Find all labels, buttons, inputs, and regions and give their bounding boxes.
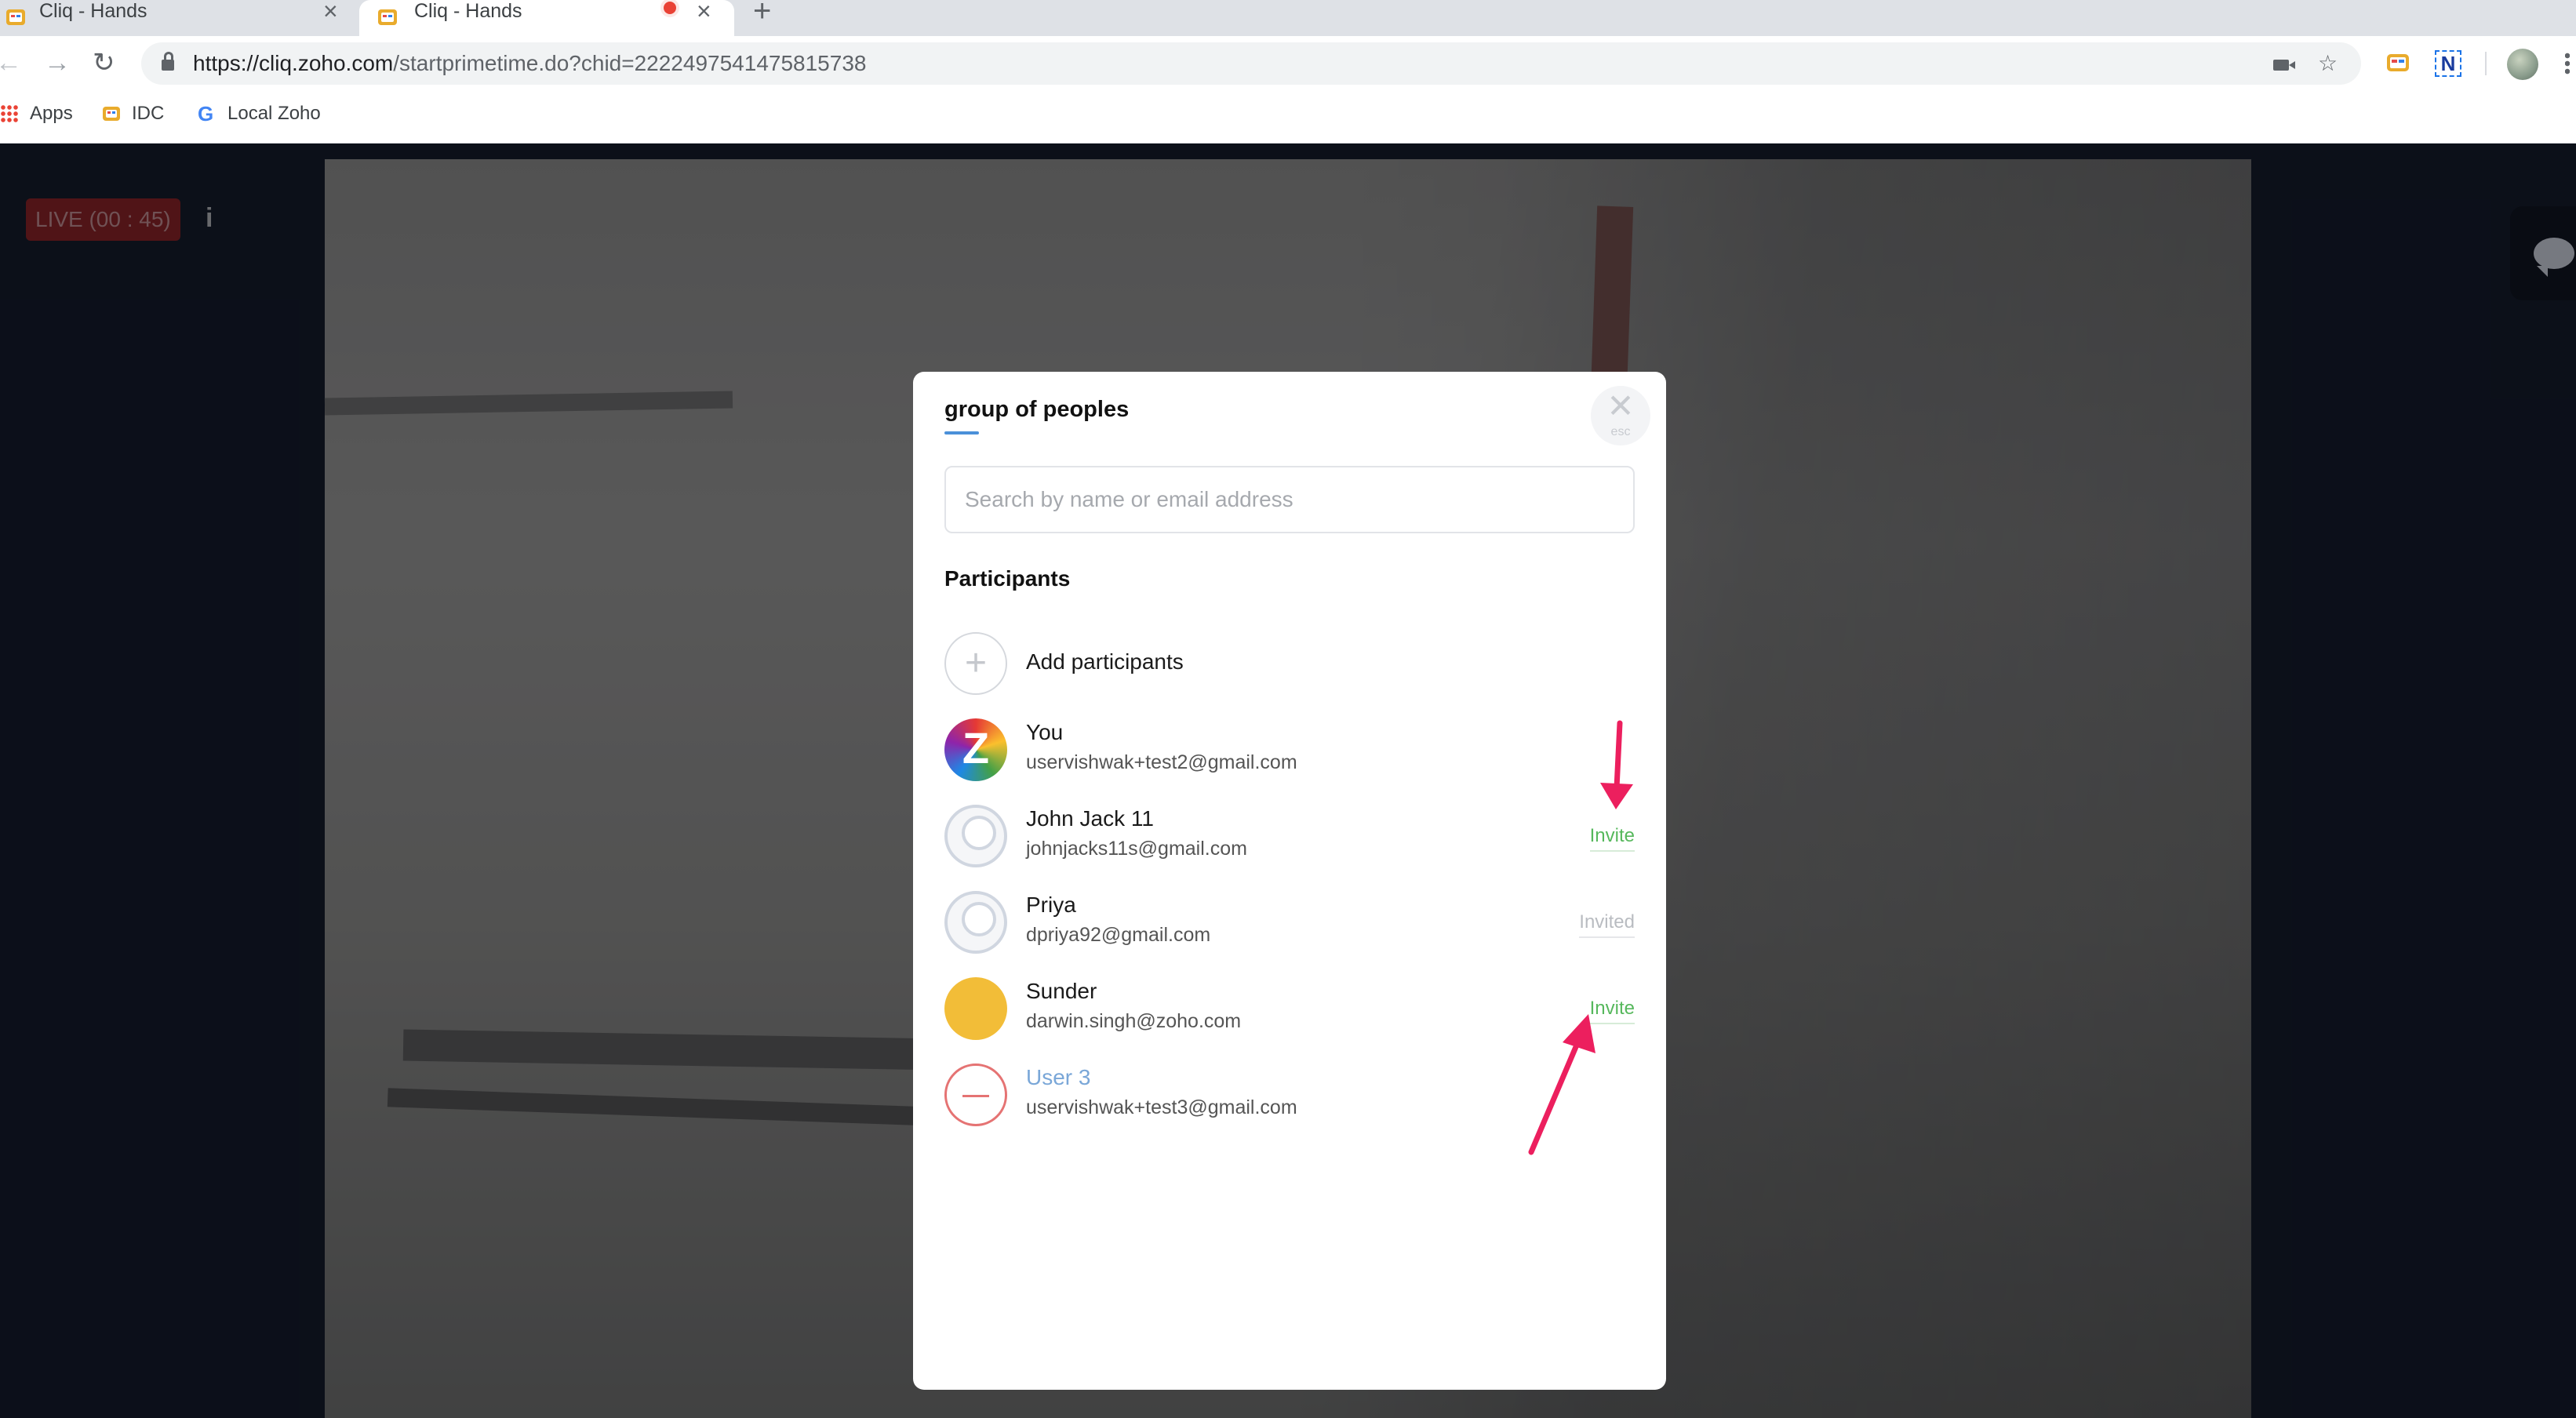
bookmark-label: Local Zoho — [227, 103, 321, 124]
tab-title: Cliq - Hands — [39, 0, 147, 22]
cliq-icon — [103, 107, 120, 121]
blocked-icon — [962, 1095, 989, 1097]
camera-icon[interactable] — [2273, 60, 2295, 71]
forward-arrow-icon[interactable]: → — [44, 47, 71, 78]
participants-heading: Participants — [944, 566, 1071, 591]
annotation-arrow-up — [1528, 1014, 1595, 1155]
participant-name: You — [1026, 720, 1064, 744]
back-arrow-icon[interactable]: ← — [0, 47, 22, 78]
browser-tab-2[interactable]: Cliq - Hands × — [359, 0, 734, 36]
participants-modal: group of peoples ✕ esc Participants + Ad… — [913, 372, 1666, 1390]
participant-name[interactable]: User 3 — [1026, 1065, 1090, 1090]
participant-email: johnjacks11s@gmail.com — [1026, 838, 1247, 860]
url-host: https://cliq.zoho.com — [193, 51, 394, 75]
address-bar[interactable]: https://cliq.zoho.com/startprimetime.do?… — [141, 42, 2361, 85]
close-tab-icon[interactable]: × — [323, 0, 338, 27]
annotation-arrow-down — [1600, 720, 1633, 809]
participant-name: Priya — [1026, 893, 1076, 917]
esc-label: esc — [1610, 425, 1631, 438]
title-underline — [944, 431, 979, 434]
more-menu-icon[interactable] — [2565, 52, 2570, 75]
avatar — [944, 805, 1007, 867]
new-tab-plus-icon[interactable]: + — [753, 0, 771, 27]
recording-indicator-icon — [664, 2, 676, 14]
bookmark-star-icon[interactable]: ☆ — [2318, 52, 2338, 75]
participant-email: uservishwak+test3@gmail.com — [1026, 1096, 1297, 1118]
participant-email: darwin.singh@zoho.com — [1026, 1010, 1242, 1032]
cliq-favicon-icon — [6, 9, 25, 25]
bookmark-idc[interactable]: IDC — [102, 102, 164, 125]
modal-title: group of peoples — [944, 397, 1130, 422]
profile-avatar[interactable] — [2507, 49, 2538, 80]
n-extension-icon[interactable]: N — [2435, 50, 2461, 77]
bookmark-label: IDC — [132, 103, 165, 124]
add-participants-button[interactable]: + Add participants — [944, 623, 1635, 704]
participant-name: John Jack 11 — [1026, 806, 1154, 831]
search-input[interactable] — [944, 466, 1635, 533]
participant-email: uservishwak+test2@gmail.com — [1026, 751, 1297, 773]
browser-toolbar: ← → ↻ https://cliq.zoho.com/startprimeti… — [0, 36, 2576, 91]
toolbar-divider — [2485, 52, 2487, 75]
close-icon: ✕ — [1606, 387, 1635, 424]
plus-icon: + — [964, 642, 988, 684]
bookmark-label: Apps — [30, 103, 73, 124]
cliq-extension-icon[interactable] — [2385, 50, 2411, 77]
reload-icon[interactable]: ↻ — [93, 47, 115, 78]
tab-strip: Cliq - Hands × Cliq - Hands × + — [0, 0, 2576, 36]
avatar — [944, 977, 1007, 1040]
apps-grid-icon — [0, 104, 19, 123]
lock-icon — [162, 52, 174, 71]
invited-status: Invited — [1579, 911, 1635, 938]
participant-name: Sunder — [1026, 979, 1097, 1003]
participant-row: John Jack 11 johnjacks11s@gmail.com Invi… — [944, 795, 1635, 877]
google-icon: G — [198, 102, 214, 125]
participant-email: dpriya92@gmail.com — [1026, 924, 1211, 946]
add-participants-label: Add participants — [1026, 649, 1184, 674]
avatar: Z — [944, 718, 1007, 781]
tab-title: Cliq - Hands — [414, 0, 522, 22]
add-circle: + — [944, 632, 1007, 695]
avatar — [944, 891, 1007, 954]
participant-row: Z You uservishwak+test2@gmail.com — [944, 709, 1635, 791]
participant-row: Priya dpriya92@gmail.com Invited — [944, 882, 1635, 963]
bookmarks-bar: Apps IDC G Local Zoho — [0, 91, 2576, 144]
browser-tab-1[interactable]: Cliq - Hands × — [0, 0, 355, 36]
avatar — [944, 1064, 1007, 1126]
bookmark-apps[interactable]: Apps — [0, 102, 73, 125]
url-path: /startprimetime.do?chid=2222497541475815… — [393, 51, 867, 75]
close-tab-icon[interactable]: × — [697, 0, 711, 27]
url-text[interactable]: https://cliq.zoho.com/startprimetime.do?… — [193, 42, 866, 85]
cliq-favicon-icon — [378, 9, 397, 25]
zoho-logo-icon: Z — [962, 723, 990, 773]
close-button[interactable]: ✕ esc — [1591, 386, 1650, 445]
bookmark-local-zoho[interactable]: G Local Zoho — [198, 102, 321, 125]
invite-button[interactable]: Invite — [1589, 825, 1635, 852]
